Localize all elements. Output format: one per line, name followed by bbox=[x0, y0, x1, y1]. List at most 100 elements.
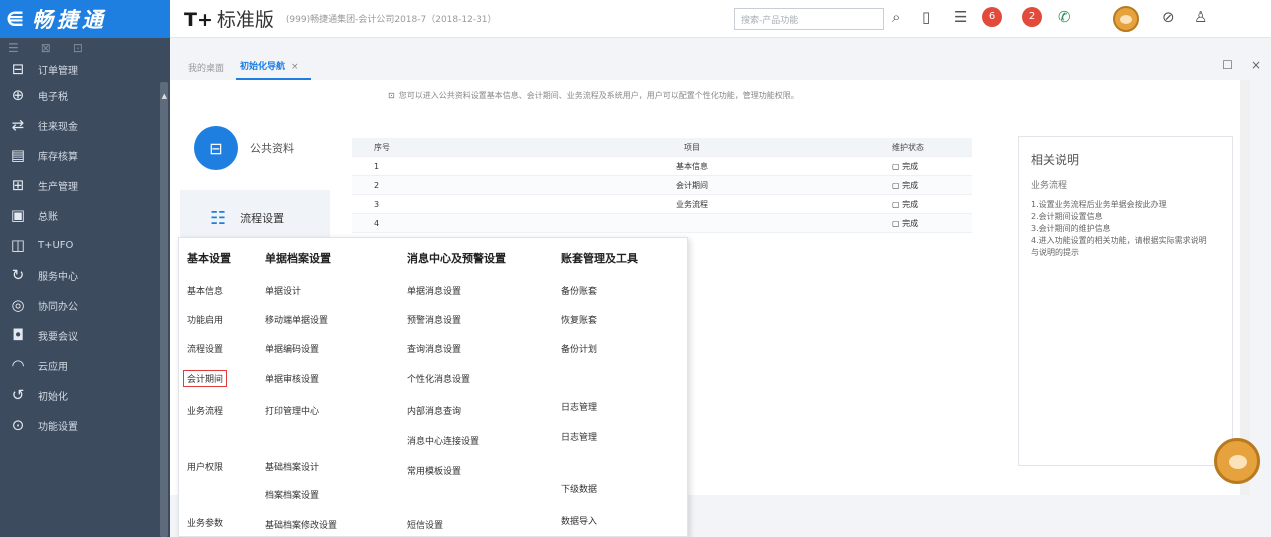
sidebar-item-label: 云应用 bbox=[38, 361, 68, 373]
card-public-data[interactable]: ⊟ 公共资料 bbox=[180, 120, 330, 176]
ufo-icon: ◫ bbox=[10, 236, 26, 254]
menu-item[interactable]: 基础档案设计 bbox=[265, 460, 319, 473]
restore-icon[interactable]: ☐ bbox=[1222, 58, 1233, 72]
sidebar-item-cash[interactable]: ⇄ 往来现金 bbox=[0, 110, 170, 140]
menu-item[interactable]: 数据导入 bbox=[561, 514, 597, 527]
menu-item[interactable]: 预警消息设置 bbox=[407, 313, 461, 326]
table-row[interactable]: 4 ▢ 完成 bbox=[352, 214, 972, 233]
tax-icon: ⊕ bbox=[11, 86, 25, 104]
briefcase-icon: ⊟ bbox=[194, 126, 238, 170]
cell-no: 2 bbox=[374, 180, 380, 190]
menu-item[interactable]: 单据编码设置 bbox=[265, 342, 319, 355]
tab-close-icon[interactable]: × bbox=[291, 62, 299, 72]
menu-item[interactable]: 日志管理 bbox=[561, 400, 597, 413]
cell-no: 1 bbox=[374, 161, 380, 171]
sidebar-item-settings[interactable]: ⊙ 功能设置 bbox=[0, 410, 170, 440]
production-icon: ⊞ bbox=[11, 176, 25, 194]
search-input[interactable]: 搜索-产品功能 bbox=[734, 8, 884, 30]
sidebar-item-ufo[interactable]: ◫ T+UFO bbox=[0, 230, 170, 260]
menu-item[interactable]: 短信设置 bbox=[407, 518, 443, 531]
cell-status: ▢ 完成 bbox=[892, 199, 919, 209]
table-row[interactable]: 2 会计期间 ▢ 完成 bbox=[352, 176, 972, 195]
sidebar-item-label: 功能设置 bbox=[38, 421, 78, 433]
sidebar-item-ledger[interactable]: ▣ 总账 bbox=[0, 200, 170, 230]
inventory-icon: ▤ bbox=[10, 146, 26, 164]
phone-icon[interactable]: ✆ bbox=[1058, 8, 1071, 26]
document-icon[interactable]: ▯ bbox=[922, 8, 930, 26]
help-icon[interactable]: ⊘ bbox=[1162, 8, 1175, 26]
close-icon[interactable]: × bbox=[1251, 58, 1261, 72]
sidebar-item-service[interactable]: ↻ 服务中心 bbox=[0, 260, 170, 290]
menu-item[interactable]: 基础档案修改设置 bbox=[265, 518, 337, 531]
back-icon[interactable]: ⋹ bbox=[6, 7, 24, 31]
list-icon[interactable]: ☰ bbox=[954, 8, 967, 26]
menu-item[interactable]: 消息中心连接设置 bbox=[407, 434, 479, 447]
menu-item[interactable]: 用户权限 bbox=[187, 460, 223, 473]
notification-badge[interactable]: 6 bbox=[982, 7, 1002, 27]
menu-column-title: 基本设置 bbox=[187, 252, 231, 265]
tab-home[interactable]: 我的桌面 bbox=[170, 61, 236, 80]
menu-item[interactable]: 单据消息设置 bbox=[407, 284, 461, 297]
grid-icon[interactable]: ⊠ bbox=[41, 41, 51, 55]
menu-item[interactable]: 恢复账套 bbox=[561, 313, 597, 326]
menu-item[interactable]: 移动端单据设置 bbox=[265, 313, 328, 326]
sidebar-item-orders[interactable]: ⊟ 订单管理 bbox=[0, 58, 170, 80]
message-badge[interactable]: 2 bbox=[1022, 7, 1042, 27]
menu-item[interactable]: 备份计划 bbox=[561, 342, 597, 355]
menu-item[interactable]: 个性化消息设置 bbox=[407, 372, 470, 385]
exchange-icon: ⇄ bbox=[11, 116, 25, 134]
init-icon: ↺ bbox=[11, 386, 25, 404]
menu-item[interactable]: 档案档案设置 bbox=[265, 488, 319, 501]
tab-init-nav[interactable]: 初始化导航 × bbox=[236, 59, 311, 80]
menu-item[interactable]: 内部消息查询 bbox=[407, 404, 461, 417]
notes-line: 1.设置业务流程后业务单据会按此办理 bbox=[1031, 200, 1167, 209]
menu-item[interactable]: 日志管理 bbox=[561, 430, 597, 443]
cell-item: 基本信息 bbox=[676, 161, 708, 171]
menu-item[interactable]: 功能启用 bbox=[187, 313, 223, 326]
user-icon[interactable]: ♙ bbox=[1194, 8, 1207, 26]
sidebar-item-inventory[interactable]: ▤ 库存核算 bbox=[0, 140, 170, 170]
sidebar-item-label: 生产管理 bbox=[38, 181, 78, 193]
menu-icon[interactable]: ☰ bbox=[8, 41, 19, 55]
menu-item[interactable]: 单据设计 bbox=[265, 284, 301, 297]
info-icon: ⊡ bbox=[388, 91, 395, 100]
sidebar-item-label: 服务中心 bbox=[38, 271, 78, 283]
menu-item[interactable]: 业务流程 bbox=[187, 404, 223, 417]
menu-item[interactable]: 查询消息设置 bbox=[407, 342, 461, 355]
menu-item[interactable]: 下级数据 bbox=[561, 482, 597, 495]
menu-item-accounting-period[interactable]: 会计期间 bbox=[183, 370, 228, 387]
search-icon[interactable]: ⌕ bbox=[892, 8, 900, 26]
logo-mark: T+ bbox=[184, 9, 213, 31]
menu-item[interactable]: 备份账套 bbox=[561, 284, 597, 297]
assistant-mascot-icon[interactable] bbox=[1214, 438, 1260, 484]
menu-item[interactable]: 流程设置 bbox=[187, 342, 223, 355]
table-row[interactable]: 3 业务流程 ▢ 完成 bbox=[352, 195, 972, 214]
table-row[interactable]: 1 基本信息 ▢ 完成 bbox=[352, 157, 972, 176]
sidebar-item-meeting[interactable]: ◘ 我要会议 bbox=[0, 320, 170, 350]
main-scrollbar[interactable] bbox=[1240, 80, 1250, 495]
sidebar-item-init[interactable]: ↺ 初始化 bbox=[0, 380, 170, 410]
window-icon[interactable]: ⊡ bbox=[73, 41, 83, 55]
sidebar-item-production[interactable]: ⊞ 生产管理 bbox=[0, 170, 170, 200]
menu-item[interactable]: 基本信息 bbox=[187, 284, 223, 297]
notes-subtitle: 业务流程 bbox=[1031, 181, 1068, 191]
menu-item[interactable]: 常用模板设置 bbox=[407, 464, 461, 477]
sidebar-item-cloud[interactable]: ◠ 云应用 bbox=[0, 350, 170, 380]
scroll-up-icon[interactable]: ▲ bbox=[162, 92, 167, 100]
bottom-background bbox=[688, 495, 1271, 537]
cloud-icon: ◠ bbox=[11, 356, 25, 374]
mascot-avatar[interactable] bbox=[1113, 6, 1139, 32]
notes-line: 与说明的提示 bbox=[1031, 248, 1079, 257]
tab-label: 初始化导航 bbox=[240, 62, 286, 72]
sidebar-item-etax[interactable]: ⊕ 电子税 bbox=[0, 80, 170, 110]
menu-item[interactable]: 单据审核设置 bbox=[265, 372, 319, 385]
cell-status: ▢ 完成 bbox=[892, 161, 919, 171]
menu-item[interactable]: 业务参数 bbox=[187, 516, 223, 529]
sidebar-item-office[interactable]: ◎ 协同办公 bbox=[0, 290, 170, 320]
menu-item[interactable]: 打印管理中心 bbox=[265, 404, 319, 417]
sidebar-scrollbar[interactable] bbox=[160, 82, 168, 537]
list-settings-icon: ☷ bbox=[210, 207, 227, 229]
sidebar-item-label: 初始化 bbox=[38, 391, 68, 403]
col-header-status: 维护状态 bbox=[892, 142, 924, 152]
cell-no: 4 bbox=[374, 218, 380, 228]
